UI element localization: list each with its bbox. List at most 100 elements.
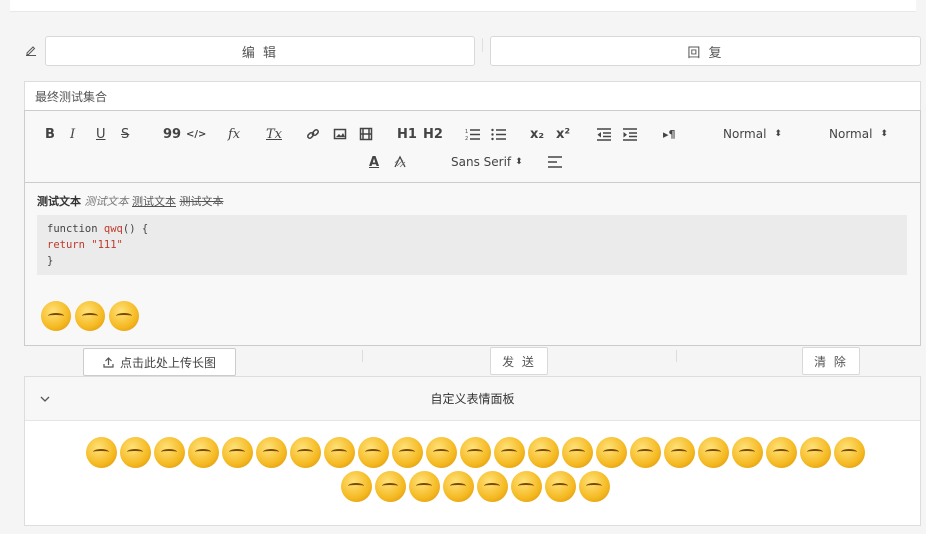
bold-button[interactable]: B bbox=[45, 125, 55, 143]
emoji-option[interactable] bbox=[119, 437, 151, 468]
video-icon[interactable] bbox=[359, 125, 373, 143]
pencil-icon bbox=[26, 46, 36, 56]
editor-toolbar: B I U S 99 </> fx Tx H1 H2 12 x₂ x² ▸¶ N… bbox=[25, 111, 920, 183]
emoji-option[interactable] bbox=[357, 437, 389, 468]
reply-tab-button[interactable]: 回 复 bbox=[490, 36, 921, 66]
bold-text: 测试文本 bbox=[37, 195, 81, 208]
code-block: function qwq() { return "111" } bbox=[37, 215, 907, 275]
h2-button[interactable]: H2 bbox=[423, 125, 443, 143]
code-button[interactable]: </> bbox=[186, 125, 206, 143]
emoji-option[interactable] bbox=[459, 437, 491, 468]
code-punctuation: () { bbox=[122, 223, 149, 235]
emoji-option[interactable] bbox=[697, 437, 729, 468]
underline-button[interactable]: U bbox=[96, 125, 106, 143]
emoji-option[interactable] bbox=[765, 437, 797, 468]
code-line: return "111" bbox=[47, 237, 897, 253]
emoji-option[interactable] bbox=[187, 437, 219, 468]
text-color-button[interactable]: A bbox=[369, 153, 379, 171]
divider bbox=[362, 350, 363, 362]
emoji-option[interactable] bbox=[476, 471, 508, 502]
code-function-name: qwq bbox=[103, 223, 123, 235]
outdent-icon[interactable] bbox=[597, 125, 611, 143]
emoji-option[interactable] bbox=[833, 437, 865, 468]
emoji-panel-header[interactable]: 自定义表情面板 bbox=[25, 377, 920, 421]
emoji-option[interactable] bbox=[391, 437, 423, 468]
picker-arrow-icon: ⬍ bbox=[774, 129, 782, 139]
chevron-down-icon[interactable] bbox=[39, 393, 51, 405]
formula-button[interactable]: fx bbox=[228, 125, 240, 143]
emoji-option[interactable] bbox=[289, 437, 321, 468]
upload-icon bbox=[103, 356, 114, 368]
header-picker-label: Normal bbox=[829, 127, 873, 141]
top-strip bbox=[10, 0, 916, 12]
code-line: function qwq() { bbox=[47, 221, 897, 237]
editor-page: 编 辑 回 复 最终测试集合 B I U S 99 </> fx Tx H1 H… bbox=[0, 0, 926, 534]
emoji-panel: 自定义表情面板 bbox=[24, 376, 921, 526]
clear-button[interactable]: 清 除 bbox=[802, 347, 860, 375]
italic-button[interactable]: I bbox=[70, 125, 75, 143]
emoji-option[interactable] bbox=[442, 471, 474, 502]
emoji-icon bbox=[41, 301, 71, 331]
emoji-option[interactable] bbox=[629, 437, 661, 468]
size-picker[interactable]: Normal ⬍ bbox=[723, 125, 782, 143]
emoji-option[interactable] bbox=[493, 437, 525, 468]
emoji-option[interactable] bbox=[85, 437, 117, 468]
emoji-option[interactable] bbox=[323, 437, 355, 468]
rich-text-editor: B I U S 99 </> fx Tx H1 H2 12 x₂ x² ▸¶ N… bbox=[24, 110, 921, 346]
send-button[interactable]: 发 送 bbox=[490, 347, 548, 375]
emoji-option[interactable] bbox=[595, 437, 627, 468]
svg-text:2: 2 bbox=[465, 136, 468, 141]
title-input[interactable]: 最终测试集合 bbox=[24, 81, 921, 111]
bullet-list-icon[interactable] bbox=[491, 125, 506, 143]
clear-format-button[interactable]: Tx bbox=[266, 125, 282, 143]
background-color-icon[interactable] bbox=[393, 153, 407, 171]
formatted-text-line: 测试文本 测试文本 测试文本 测试文本 bbox=[37, 193, 907, 209]
emoji-option[interactable] bbox=[578, 471, 610, 502]
emoji-option[interactable] bbox=[425, 437, 457, 468]
font-picker[interactable]: Sans Serif ⬍ bbox=[451, 153, 523, 171]
code-keyword: function bbox=[47, 223, 104, 235]
h1-button[interactable]: H1 bbox=[397, 125, 417, 143]
italic-text: 测试文本 bbox=[84, 195, 129, 208]
editor-content[interactable]: 测试文本 测试文本 测试文本 测试文本 function qwq() { ret… bbox=[37, 193, 907, 275]
align-icon[interactable] bbox=[548, 153, 562, 171]
rtl-button[interactable]: ▸¶ bbox=[663, 125, 676, 143]
upload-image-button[interactable]: 点击此处上传长图 bbox=[83, 348, 236, 376]
emoji-option[interactable] bbox=[221, 437, 253, 468]
emoji-option[interactable] bbox=[510, 471, 542, 502]
font-picker-label: Sans Serif bbox=[451, 155, 512, 169]
divider bbox=[676, 350, 677, 362]
edit-tab-button[interactable]: 编 辑 bbox=[45, 36, 475, 66]
picker-arrow-icon: ⬍ bbox=[880, 129, 888, 139]
image-icon[interactable] bbox=[333, 125, 347, 143]
superscript-button[interactable]: x² bbox=[556, 125, 570, 143]
strike-button[interactable]: S bbox=[121, 125, 129, 143]
emoji-option[interactable] bbox=[663, 437, 695, 468]
emoji-option[interactable] bbox=[799, 437, 831, 468]
picker-arrow-icon: ⬍ bbox=[515, 157, 523, 167]
link-icon[interactable] bbox=[306, 125, 320, 143]
emoji-option[interactable] bbox=[527, 437, 559, 468]
emoji-option[interactable] bbox=[374, 471, 406, 502]
emoji-grid bbox=[85, 437, 865, 502]
ordered-list-icon[interactable]: 12 bbox=[465, 125, 480, 143]
upload-button-label: 点击此处上传长图 bbox=[119, 355, 216, 370]
blockquote-button[interactable]: 99 bbox=[163, 125, 181, 143]
header-picker[interactable]: Normal ⬍ bbox=[829, 125, 888, 143]
code-line: } bbox=[47, 253, 897, 269]
subscript-button[interactable]: x₂ bbox=[530, 125, 544, 143]
underline-text: 测试文本 bbox=[132, 195, 176, 208]
emoji-option[interactable] bbox=[408, 471, 440, 502]
emoji-option[interactable] bbox=[340, 471, 372, 502]
code-keyword: return bbox=[47, 239, 92, 251]
emoji-icon bbox=[109, 301, 139, 331]
emoji-option[interactable] bbox=[153, 437, 185, 468]
inserted-emoji-row bbox=[41, 301, 139, 331]
code-string: "111" bbox=[91, 239, 123, 251]
indent-icon[interactable] bbox=[623, 125, 637, 143]
emoji-option[interactable] bbox=[561, 437, 593, 468]
emoji-option[interactable] bbox=[255, 437, 287, 468]
strike-text: 测试文本 bbox=[179, 195, 224, 208]
emoji-option[interactable] bbox=[544, 471, 576, 502]
emoji-option[interactable] bbox=[731, 437, 763, 468]
